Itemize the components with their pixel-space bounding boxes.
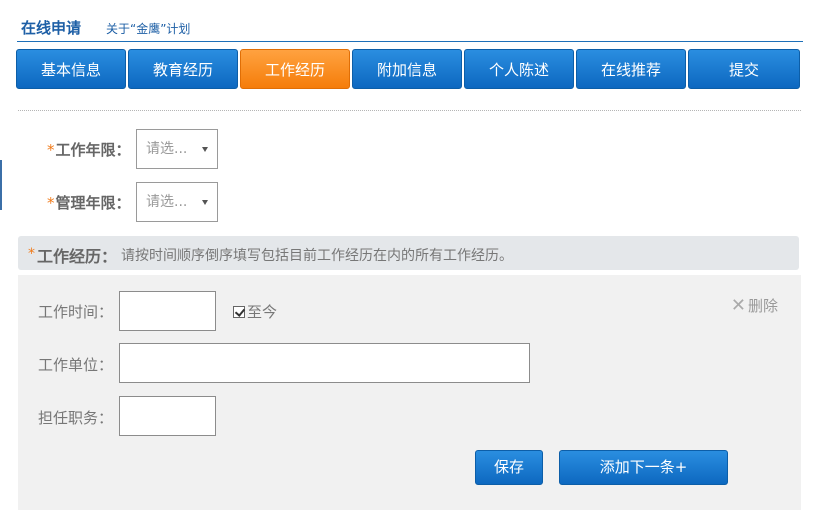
position-input[interactable] <box>119 396 216 436</box>
tab-basic-info[interactable]: 基本信息 <box>16 49 126 89</box>
work-years-value: 请选... <box>146 141 188 157</box>
company-label: 工作单位： <box>38 356 114 374</box>
tab-work-experience[interactable]: 工作经历 <box>240 49 350 89</box>
tab-online-recommendation[interactable]: 在线推荐 <box>576 49 686 89</box>
required-mark: * <box>47 194 55 212</box>
work-time-label: 工作时间： <box>38 303 114 321</box>
work-entry-panel: 工作时间： 至今 ✕ 删除 工作单位： 担任职务： 保存 添加下一条+ <box>18 275 801 510</box>
step-tabs: 基本信息 教育经历 工作经历 附加信息 个人陈述 在线推荐 提交 <box>16 49 800 90</box>
add-next-button[interactable]: 添加下一条+ <box>559 450 728 485</box>
tab-personal-statement[interactable]: 个人陈述 <box>464 49 574 89</box>
section-title: 工作经历： <box>37 247 118 266</box>
tab-education[interactable]: 教育经历 <box>128 49 238 89</box>
left-edge-bar <box>0 160 2 210</box>
page-header: 在线申请 关于“金鹰”计划 <box>17 12 803 42</box>
until-now-option[interactable]: 至今 <box>233 301 277 322</box>
until-now-checkbox[interactable] <box>233 306 245 318</box>
manage-years-label: 管理年限： <box>55 194 131 212</box>
caret-down-icon <box>202 200 208 205</box>
delete-entry-button[interactable]: ✕ 删除 <box>731 295 778 316</box>
until-now-label: 至今 <box>247 303 278 321</box>
required-mark: * <box>47 141 55 159</box>
work-experience-section-header: * 工作经历： 请按时间顺序倒序填写包括目前工作经历在内的所有工作经历。 <box>18 236 799 270</box>
company-input[interactable] <box>119 343 530 383</box>
program-link[interactable]: 关于“金鹰”计划 <box>106 20 190 37</box>
save-button[interactable]: 保存 <box>475 450 543 485</box>
delete-label: 删除 <box>747 297 778 315</box>
close-icon: ✕ <box>730 295 746 316</box>
work-years-select[interactable]: 请选... <box>136 129 218 169</box>
manage-years-select[interactable]: 请选... <box>136 182 218 222</box>
required-mark: * <box>28 246 35 262</box>
manage-years-value: 请选... <box>146 194 188 210</box>
page-title: 在线申请 <box>21 19 82 37</box>
divider <box>18 110 801 111</box>
work-years-label: 工作年限： <box>55 141 131 159</box>
tab-submit[interactable]: 提交 <box>688 49 800 89</box>
caret-down-icon <box>202 147 208 152</box>
section-description: 请按时间顺序倒序填写包括目前工作经历在内的所有工作经历。 <box>121 248 513 264</box>
work-time-input[interactable] <box>119 291 216 331</box>
position-label: 担任职务： <box>38 409 114 427</box>
tab-additional-info[interactable]: 附加信息 <box>352 49 462 89</box>
